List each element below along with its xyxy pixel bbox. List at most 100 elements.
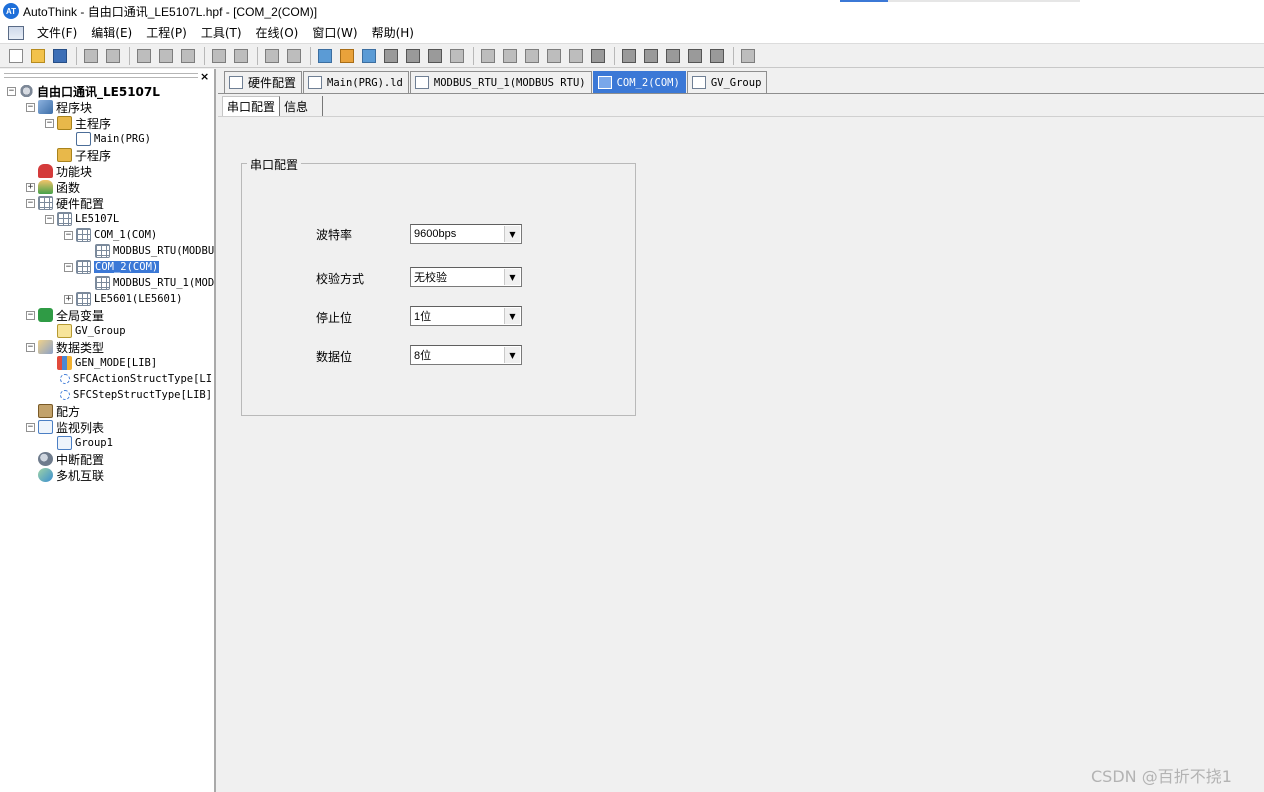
tree-item[interactable]: − 硬件配置	[0, 195, 214, 211]
tree-item[interactable]: − 主程序	[0, 115, 214, 131]
baud-rate-select[interactable]: 9600bps ▼	[410, 224, 522, 244]
replace-icon-glyph	[287, 48, 301, 63]
find-icon[interactable]	[262, 46, 282, 66]
menu-window[interactable]: 窗口(W)	[305, 24, 364, 41]
expand-icon[interactable]: +	[64, 294, 73, 304]
tab-info[interactable]: 信息	[280, 96, 324, 116]
tab-document[interactable]: COM_2(COM)	[592, 71, 686, 93]
tree-item[interactable]: 中断配置	[0, 451, 214, 467]
go-icon[interactable]	[588, 46, 608, 66]
window2-icon[interactable]	[641, 46, 661, 66]
menu-help[interactable]: 帮助(H)	[365, 24, 421, 41]
panel-grip[interactable]	[4, 73, 198, 78]
stop-bits-select[interactable]: 1位 ▼	[410, 306, 522, 326]
tree-item[interactable]: − LE5107L	[0, 211, 214, 227]
document-menu-icon[interactable]	[8, 25, 24, 40]
tree-item[interactable]: 功能块	[0, 163, 214, 179]
open-folder-icon[interactable]	[28, 46, 48, 66]
tree-item[interactable]: 多机互联	[0, 467, 214, 483]
tree-item[interactable]: SFCActionStructType[LI	[0, 371, 214, 387]
program-block-icon	[38, 100, 53, 114]
tree-item[interactable]: − COM_1(COM)	[0, 227, 214, 243]
print-preview-icon-glyph	[106, 48, 120, 63]
chevron-down-icon[interactable]: ▼	[504, 269, 520, 285]
window5-icon[interactable]	[707, 46, 727, 66]
monitor-icon[interactable]	[447, 46, 467, 66]
menu-online[interactable]: 在线(O)	[249, 24, 306, 41]
tab-document[interactable]: 硬件配置	[224, 71, 303, 93]
window1-icon[interactable]	[619, 46, 639, 66]
tree-item[interactable]: + LE5601(LE5601)	[0, 291, 214, 307]
redo-icon[interactable]	[231, 46, 251, 66]
collapse-icon[interactable]: −	[45, 214, 54, 224]
collapse-icon[interactable]: −	[45, 118, 54, 128]
tree-item[interactable]: MODBUS_RTU_1(MOD	[0, 275, 214, 291]
indent-icon[interactable]	[478, 46, 498, 66]
online-icon[interactable]	[359, 46, 379, 66]
menu-file[interactable]: 文件(F)	[30, 24, 84, 41]
collapse-icon[interactable]: −	[7, 86, 16, 96]
tab-serial-config[interactable]: 串口配置	[222, 96, 281, 116]
tree-item[interactable]: 配方	[0, 403, 214, 419]
step-in-icon[interactable]	[522, 46, 542, 66]
menu-project[interactable]: 工程(P)	[139, 24, 194, 41]
cut-icon[interactable]	[134, 46, 154, 66]
pause-icon[interactable]	[403, 46, 423, 66]
tree-item[interactable]: 子程序	[0, 147, 214, 163]
chevron-down-icon[interactable]: ▼	[504, 308, 520, 324]
chevron-down-icon[interactable]: ▼	[504, 347, 520, 363]
window3-icon[interactable]	[663, 46, 683, 66]
tree-item[interactable]: GEN_MODE[LIB]	[0, 355, 214, 371]
new-file-icon[interactable]	[6, 46, 26, 66]
parity-select[interactable]: 无校验 ▼	[410, 267, 522, 287]
replace-icon[interactable]	[284, 46, 304, 66]
step-over-icon-glyph	[569, 48, 583, 63]
collapse-icon[interactable]: −	[26, 198, 35, 208]
copy-icon[interactable]	[156, 46, 176, 66]
tree-item[interactable]: − COM_2(COM)	[0, 259, 214, 275]
collapse-icon[interactable]: −	[64, 230, 73, 240]
menu-edit[interactable]: 编辑(E)	[84, 24, 139, 41]
expand-icon[interactable]: +	[26, 182, 35, 192]
collapse-icon[interactable]: −	[26, 310, 35, 320]
tree-item-label: 数据类型	[56, 340, 105, 355]
toolbar-separator	[733, 46, 734, 65]
tree-item[interactable]: Main(PRG)	[0, 131, 214, 147]
stop-icon-glyph	[428, 48, 442, 63]
run-icon[interactable]	[381, 46, 401, 66]
tree-item[interactable]: − 自由口通讯_LE5107L	[0, 83, 214, 99]
screen-icon[interactable]	[738, 46, 758, 66]
print-preview-icon[interactable]	[103, 46, 123, 66]
download-icon[interactable]	[337, 46, 357, 66]
tree-item[interactable]: + 函数	[0, 179, 214, 195]
tree-item[interactable]: MODBUS_RTU(MODBUS	[0, 243, 214, 259]
outdent-icon[interactable]	[500, 46, 520, 66]
print-icon[interactable]	[81, 46, 101, 66]
collapse-icon[interactable]: −	[26, 422, 35, 432]
chevron-down-icon[interactable]: ▼	[504, 226, 520, 242]
tab-document[interactable]: Main(PRG).ld	[303, 71, 409, 93]
paste-icon[interactable]	[178, 46, 198, 66]
tree-item[interactable]: Group1	[0, 435, 214, 451]
data-bits-select[interactable]: 8位 ▼	[410, 345, 522, 365]
tab-document[interactable]: MODBUS_RTU_1(MODBUS RTU)	[409, 71, 592, 93]
step-over-icon[interactable]	[566, 46, 586, 66]
tree-item[interactable]: − 数据类型	[0, 339, 214, 355]
window4-icon[interactable]	[685, 46, 705, 66]
collapse-icon[interactable]: −	[26, 102, 35, 112]
stop-icon[interactable]	[425, 46, 445, 66]
tree-item[interactable]: GV_Group	[0, 323, 214, 339]
tab-document[interactable]: GV_Group	[686, 71, 768, 93]
save-icon[interactable]	[50, 46, 70, 66]
undo-icon[interactable]	[209, 46, 229, 66]
tree-item[interactable]: − 程序块	[0, 99, 214, 115]
compile-icon[interactable]	[315, 46, 335, 66]
collapse-icon[interactable]: −	[64, 262, 73, 272]
menu-tools[interactable]: 工具(T)	[194, 24, 249, 41]
tree-item[interactable]: − 全局变量	[0, 307, 214, 323]
collapse-icon[interactable]: −	[26, 342, 35, 352]
step-out-icon[interactable]	[544, 46, 564, 66]
tree-item[interactable]: SFCStepStructType[LIB]	[0, 387, 214, 403]
tree-item[interactable]: − 监视列表	[0, 419, 214, 435]
close-icon[interactable]: ×	[200, 70, 209, 83]
